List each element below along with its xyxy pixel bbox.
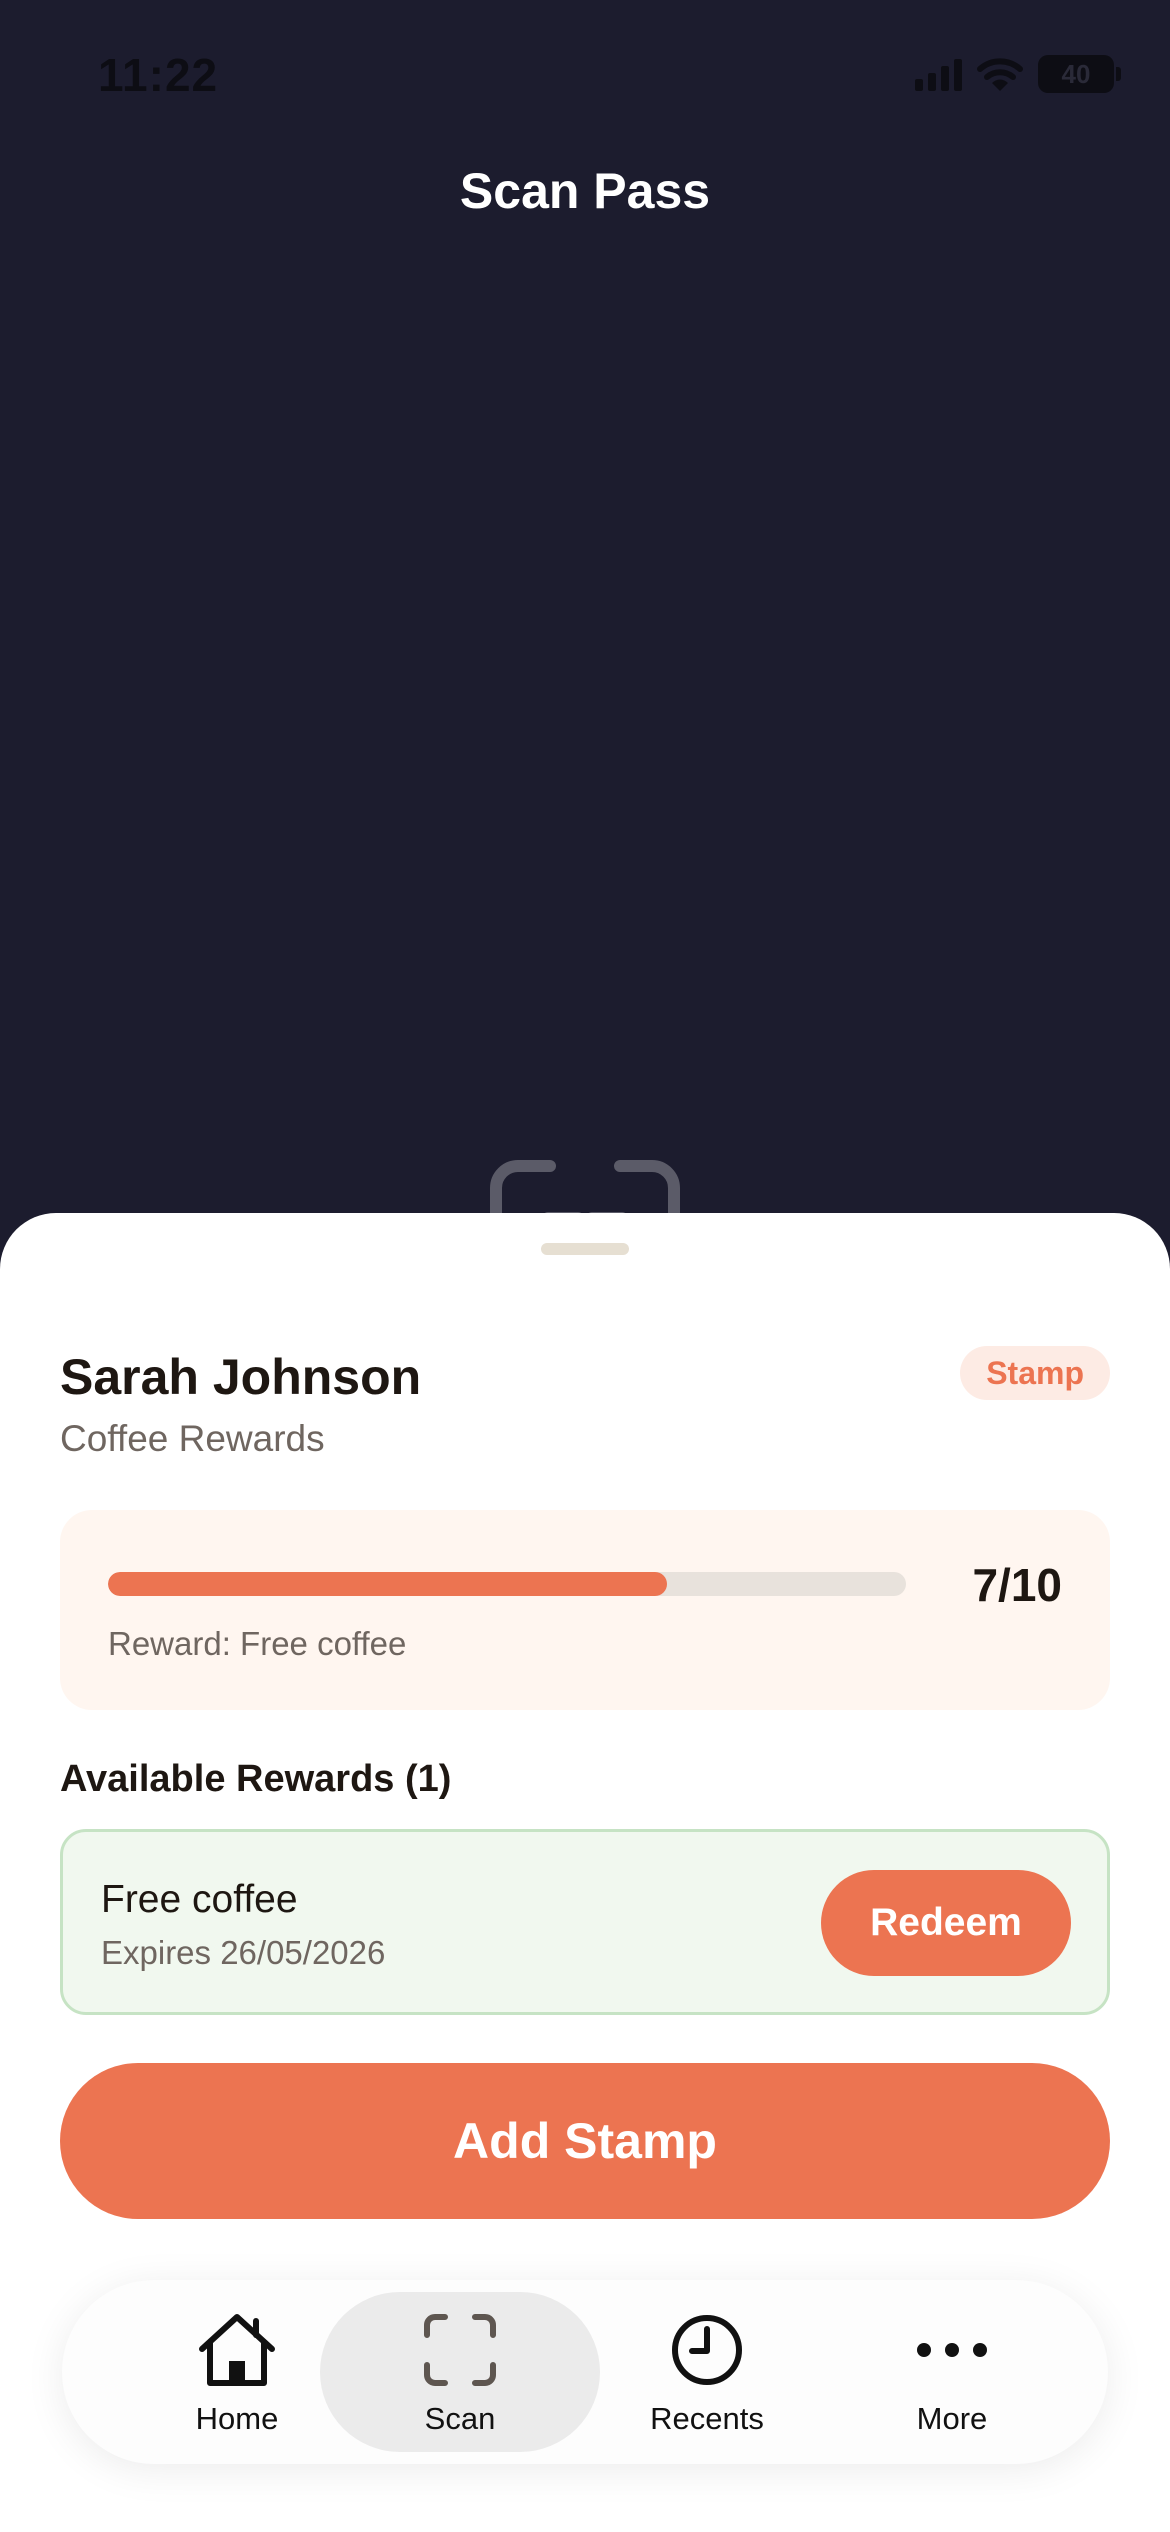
cellular-signal-icon xyxy=(915,57,962,91)
reward-card: Free coffee Expires 26/05/2026 Redeem xyxy=(60,1829,1110,2015)
reward-expiry: Expires 26/05/2026 xyxy=(101,1934,386,1971)
sheet-grabber[interactable] xyxy=(541,1243,629,1255)
tab-scan[interactable]: Scan xyxy=(320,2292,600,2452)
wifi-icon xyxy=(977,58,1023,91)
pass-type-badge: Stamp xyxy=(960,1346,1110,1400)
tab-scan-label: Scan xyxy=(424,2401,496,2436)
tab-recents-label: Recents xyxy=(650,2401,764,2436)
redeem-button[interactable]: Redeem xyxy=(821,1870,1071,1976)
clock-icon xyxy=(672,2315,742,2385)
status-time: 11:22 xyxy=(98,49,219,101)
tab-home-label: Home xyxy=(195,2401,279,2436)
scan-frame-icon xyxy=(424,2314,496,2386)
stamp-progress-card: 7/10 Reward: Free coffee xyxy=(60,1510,1110,1710)
stamp-count: 7/10 xyxy=(972,1559,1062,1611)
tab-recents[interactable]: Recents xyxy=(567,2292,847,2452)
add-stamp-button[interactable]: Add Stamp xyxy=(60,2063,1110,2219)
customer-name: Sarah Johnson xyxy=(60,1349,422,1405)
stamp-progress-fill xyxy=(108,1572,667,1596)
program-name: Coffee Rewards xyxy=(60,1418,325,1459)
available-rewards-heading: Available Rewards (1) xyxy=(60,1758,452,1800)
tab-more[interactable]: More xyxy=(812,2292,1092,2452)
house-icon xyxy=(199,2314,275,2386)
customer-sheet: Sarah Johnson Coffee Rewards Stamp 7/10 … xyxy=(0,1213,1170,2532)
stamp-progress-bar xyxy=(108,1572,906,1596)
reward-title: Free coffee xyxy=(101,1878,298,1921)
battery-icon: 40 xyxy=(1038,55,1121,93)
tab-bar: Home Scan Recents More xyxy=(62,2280,1108,2464)
status-icons: 40 xyxy=(915,52,1121,96)
tab-more-label: More xyxy=(916,2401,988,2436)
ellipsis-icon xyxy=(917,2343,987,2357)
battery-level: 40 xyxy=(1061,58,1091,89)
status-bar: 11:22 40 xyxy=(0,0,1170,150)
screen-title: Scan Pass xyxy=(459,163,711,219)
progress-reward-label: Reward: Free coffee xyxy=(108,1625,407,1662)
